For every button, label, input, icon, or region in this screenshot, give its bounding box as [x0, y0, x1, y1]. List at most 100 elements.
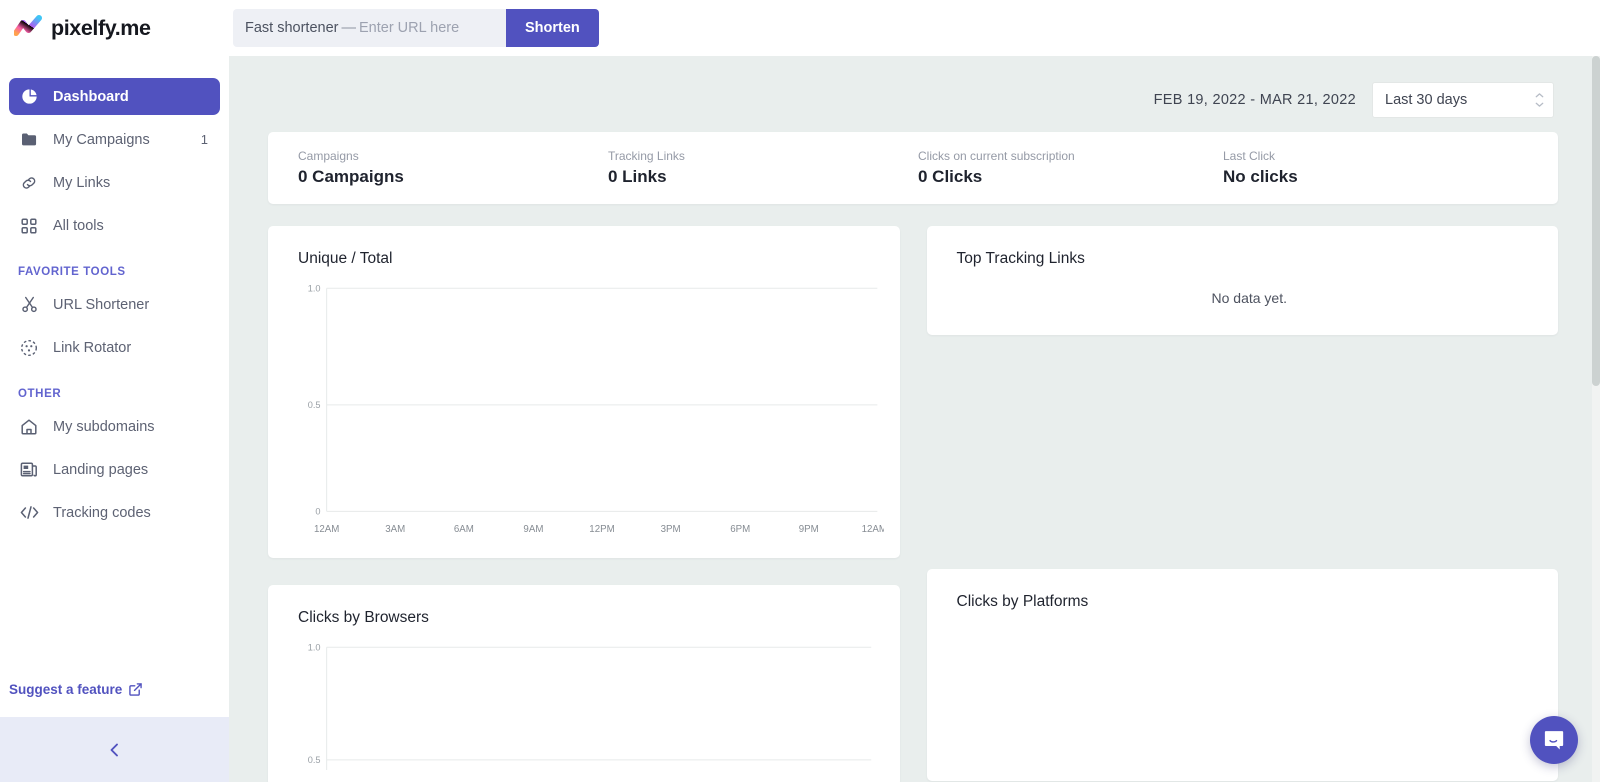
sidebar-item-dashboard[interactable]: Dashboard [9, 78, 220, 115]
sidebar-item-url-shortener[interactable]: URL Shortener [9, 286, 220, 323]
shortener-placeholder: Enter URL here [359, 20, 460, 36]
stat-label: Campaigns [298, 149, 359, 163]
svg-text:9AM: 9AM [523, 524, 543, 535]
sidebar-item-label: Landing pages [53, 461, 149, 478]
svg-text:1.0: 1.0 [308, 283, 321, 293]
stat-campaigns: Campaigns 0 Campaigns [268, 149, 578, 187]
brand-name: pixelfy.me [51, 15, 151, 40]
code-icon [18, 502, 40, 524]
stat-value: 0 Links [608, 167, 667, 186]
shortener-label: Fast shortener [245, 20, 339, 36]
chat-bubble-button[interactable] [1530, 716, 1578, 764]
sidebar-item-label: My Links [53, 174, 111, 191]
suggest-a-feature-link[interactable]: Suggest a feature [9, 682, 143, 697]
date-range-text: FEB 19, 2022 - MAR 21, 2022 [1153, 92, 1356, 108]
grid-icon [18, 215, 40, 237]
sidebar-item-label: Link Rotator [53, 339, 132, 356]
svg-text:12AM: 12AM [314, 524, 339, 535]
pages-icon [18, 459, 40, 481]
svg-text:9PM: 9PM [799, 524, 819, 535]
no-data-message: No data yet. [1211, 290, 1288, 306]
svg-text:3AM: 3AM [385, 524, 405, 535]
charts-column-left: Unique / Total 1.0 0.5 0 12AM 3AM 6AM 9A… [268, 226, 900, 782]
charts-column-right: Top Tracking Links No data yet. Clicks b… [926, 226, 1558, 781]
cards-area: Campaigns 0 Campaigns Tracking Links 0 L… [229, 118, 1600, 782]
stat-value: 0 Clicks [918, 167, 983, 186]
stat-label: Last Click [1223, 149, 1276, 163]
scissors-icon [18, 294, 40, 316]
sidebar-item-tracking-codes[interactable]: Tracking codes [9, 494, 220, 531]
sidebar-item-label: All tools [53, 217, 104, 234]
stat-last-click: Last Click No clicks [1193, 149, 1498, 187]
sidebar-item-label: URL Shortener [53, 296, 150, 313]
shorten-button[interactable]: Shorten [506, 9, 599, 47]
shortener-dash: — [341, 20, 357, 36]
svg-text:0.5: 0.5 [308, 755, 321, 765]
card-title: Unique / Total [298, 250, 393, 267]
sidebar-item-my-links[interactable]: My Links [9, 164, 220, 201]
stat-tracking-links: Tracking Links 0 Links [578, 149, 888, 187]
sidebar-item-label: My subdomains [53, 418, 155, 435]
chart-clicks-by-browsers: 1.0 0.5 [298, 637, 884, 771]
shortener-input[interactable]: Fast shortener — Enter URL here [233, 9, 506, 47]
folder-icon [18, 129, 40, 151]
card-title: Clicks by Platforms [956, 593, 1089, 610]
card-title: Top Tracking Links [956, 250, 1085, 267]
zigzag-gradient-logo-icon [14, 15, 42, 36]
range-select[interactable]: Last 30 days [1372, 82, 1554, 118]
dashboard-page: pixelfy.me Fast shortener — Enter URL he… [0, 0, 1600, 782]
svg-text:0: 0 [315, 506, 320, 516]
sidebar-item-all-tools[interactable]: All tools [9, 207, 220, 244]
link-icon [18, 172, 40, 194]
stat-label: Tracking Links [608, 149, 685, 163]
svg-text:1.0: 1.0 [308, 642, 321, 652]
charts-grid: Unique / Total 1.0 0.5 0 12AM 3AM 6AM 9A… [268, 226, 1558, 782]
pie-chart-icon [18, 86, 40, 108]
rotator-circle-icon [18, 337, 40, 359]
stat-value: No clicks [1223, 167, 1298, 186]
svg-text:0.5: 0.5 [308, 400, 321, 410]
chevron-left-icon [110, 743, 118, 756]
page-scrollbar[interactable] [1592, 56, 1600, 782]
clicks-by-browsers-chart: 1.0 0.5 [308, 642, 872, 771]
svg-text:6PM: 6PM [730, 524, 750, 535]
chart-unique-total: 1.0 0.5 0 12AM 3AM 6AM 9AM 12PM 3PM 6PM [298, 278, 884, 542]
unique-total-line-chart: 1.0 0.5 0 12AM 3AM 6AM 9AM 12PM 3PM 6PM [308, 283, 884, 535]
sidebar-section-favorite-tools: FAVORITE TOOLS [18, 266, 126, 278]
svg-text:6AM: 6AM [454, 524, 474, 535]
brand[interactable]: pixelfy.me [0, 15, 215, 41]
scrollbar-thumb[interactable] [1592, 56, 1600, 386]
sidebar-section-other: OTHER [18, 388, 62, 400]
external-link-icon [129, 683, 143, 696]
svg-text:12PM: 12PM [589, 524, 614, 535]
sidebar-item-label: Dashboard [53, 88, 129, 105]
sidebar-footer: Suggest a feature [0, 681, 229, 717]
chat-bubble-icon [1544, 730, 1563, 749]
home-icon [18, 416, 40, 438]
card-clicks-by-platforms: Clicks by Platforms [926, 569, 1558, 781]
stats-bar: Campaigns 0 Campaigns Tracking Links 0 L… [268, 132, 1558, 204]
range-select-value: Last 30 days [1385, 92, 1468, 108]
card-top-tracking-links: Top Tracking Links No data yet. [926, 226, 1558, 335]
svg-text:12AM: 12AM [862, 524, 884, 535]
sidebar-item-landing-pages[interactable]: Landing pages [9, 451, 220, 488]
stat-clicks-on-current-subscription: Clicks on current subscription 0 Clicks [888, 149, 1193, 187]
sidebar-nav: Dashboard My Campaigns 1 My Links All to… [0, 56, 229, 531]
fast-shortener: Fast shortener — Enter URL here Shorten [233, 9, 599, 47]
stat-value: 0 Campaigns [298, 167, 404, 186]
sidebar-item-link-rotator[interactable]: Link Rotator [9, 329, 220, 366]
sidebar-item-my-campaigns[interactable]: My Campaigns 1 [9, 121, 220, 158]
sidebar: Dashboard My Campaigns 1 My Links All to… [0, 56, 229, 717]
card-title: Clicks by Browsers [298, 609, 429, 627]
sidebar-item-my-subdomains[interactable]: My subdomains [9, 408, 220, 445]
sidebar-badge-count: 1 [200, 132, 208, 147]
sidebar-collapse-button[interactable] [0, 717, 229, 782]
main-content: FEB 19, 2022 - MAR 21, 2022 Last 30 days… [229, 56, 1600, 782]
card-unique-total: Unique / Total 1.0 0.5 0 12AM 3AM 6AM 9A… [268, 226, 900, 559]
stepper-updown-icon[interactable] [1535, 93, 1544, 108]
svg-text:3PM: 3PM [661, 524, 681, 535]
top-bar: pixelfy.me Fast shortener — Enter URL he… [0, 0, 1600, 56]
date-range-row: FEB 19, 2022 - MAR 21, 2022 Last 30 days [229, 56, 1600, 118]
suggest-a-feature-label: Suggest a feature [9, 682, 123, 697]
sidebar-item-label: My Campaigns [53, 131, 150, 148]
